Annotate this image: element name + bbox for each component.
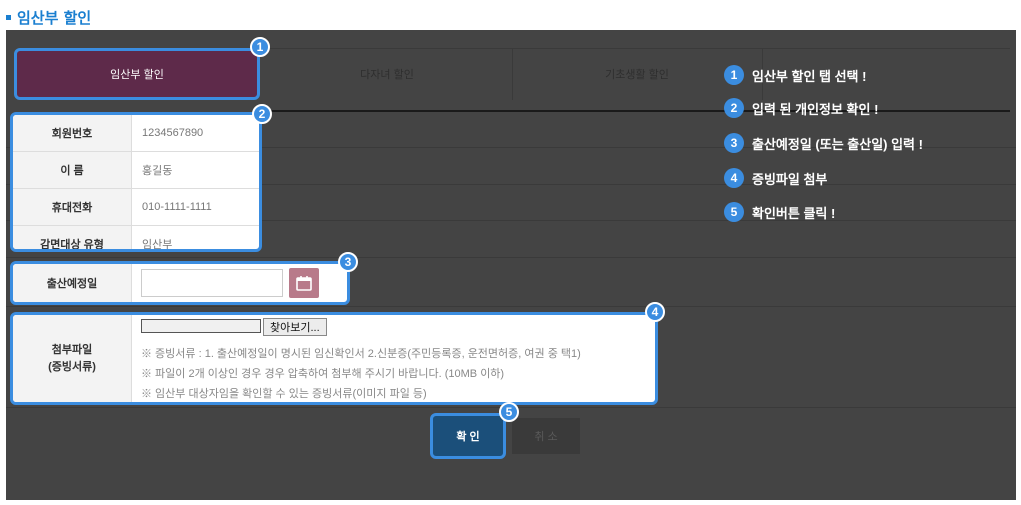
tab-pregnant-discount[interactable]: 임산부 할인 (14, 48, 260, 100)
phone-value: 010-1111-1111 (142, 201, 212, 213)
tab-label: 임산부 할인 (110, 69, 164, 81)
title-bullet-icon (6, 14, 11, 20)
guide-text: 입력 된 개인정보 확인 ! (752, 101, 879, 117)
page-title-text: 임산부 할인 (17, 8, 92, 27)
guide-item: 1 임산부 할인 탭 선택 ! (724, 65, 866, 85)
attachment-note: ※ 파일이 2개 이상인 경우 경우 압축하여 첨부해 주시기 바랍니다. (1… (141, 368, 505, 380)
name-value: 홍길동 (142, 165, 173, 177)
guide-text: 임산부 할인 탭 선택 ! (752, 68, 867, 84)
guide-text: 출산예정일 (또는 출산일) 입력 ! (752, 136, 923, 152)
guide-item: 4 증빙파일 첨부 (724, 168, 827, 188)
calendar-icon (296, 276, 312, 291)
browse-button[interactable]: 찾아보기... (263, 318, 327, 336)
phone-label: 휴대전화 (13, 189, 132, 225)
due-date-input[interactable] (141, 269, 283, 297)
page-title: 임산부 할인 (6, 6, 91, 28)
calendar-button[interactable] (289, 268, 319, 298)
guide-item: 2 입력 된 개인정보 확인 ! (724, 98, 878, 118)
step-badge-5: 5 (499, 402, 519, 422)
guide-number: 2 (724, 98, 744, 118)
step-badge-2: 2 (252, 104, 272, 124)
due-date-box: 출산예정일 (10, 261, 350, 305)
step-badge-4: 4 (645, 302, 665, 322)
cancel-button[interactable]: 취 소 (512, 418, 580, 454)
member-number-row: 회원번호 1234567890 (13, 115, 259, 152)
discount-type-value: 임산부 (142, 239, 173, 251)
member-number-value: 1234567890 (142, 127, 204, 139)
row-divider (6, 306, 1016, 307)
attachment-label-line2: (증빙서류) (48, 360, 96, 373)
guide-number: 3 (724, 133, 744, 153)
tab-multichild-discount[interactable]: 다자녀 할인 (262, 48, 512, 100)
guide-number: 4 (724, 168, 744, 188)
guide-item: 3 출산예정일 (또는 출산일) 입력 ! (724, 133, 923, 153)
discount-panel: 임산부 할인 다자녀 할인 기초생활 할인 1 회원번호 1234567890 … (6, 30, 1016, 500)
tab-label: 기초생활 할인 (605, 69, 669, 81)
attachment-note: ※ 증빙서류 : 1. 출산예정일이 명시된 임신확인서 2.신분증(주민등록증… (141, 348, 581, 360)
file-path-field[interactable] (141, 319, 261, 333)
guide-number: 1 (724, 65, 744, 85)
name-label: 이 름 (13, 152, 132, 188)
tab-label: 다자녀 할인 (360, 69, 414, 81)
member-number-label: 회원번호 (13, 115, 132, 151)
step-badge-3: 3 (338, 252, 358, 272)
confirm-button[interactable]: 확 인 (430, 413, 506, 459)
tab-underline (260, 110, 1010, 112)
attachment-label-line1: 첨부파일 (51, 343, 93, 356)
guide-item: 5 확인버튼 클릭 ! (724, 202, 835, 222)
guide-number: 5 (724, 202, 744, 222)
discount-type-row: 감면대상 유형 임산부 (13, 226, 259, 251)
discount-type-label: 감면대상 유형 (13, 226, 132, 249)
row-divider (6, 257, 1016, 258)
member-info-box: 회원번호 1234567890 이 름 홍길동 휴대전화 010-1111-11… (10, 112, 262, 252)
attachment-note: ※ 임산부 대상자임을 확인할 수 있는 증빙서류(이미지 파일 등) (141, 388, 427, 400)
phone-row: 휴대전화 010-1111-1111 (13, 189, 259, 226)
due-date-label: 출산예정일 (13, 264, 132, 302)
guide-text: 확인버튼 클릭 ! (752, 205, 836, 221)
step-badge-1: 1 (250, 37, 270, 57)
name-row: 이 름 홍길동 (13, 152, 259, 189)
attachment-box: 첨부파일 (증빙서류) 찾아보기... ※ 증빙서류 : 1. 출산예정일이 명… (10, 312, 658, 405)
attachment-label: 첨부파일 (증빙서류) (13, 315, 132, 402)
guide-text: 증빙파일 첨부 (752, 171, 828, 187)
